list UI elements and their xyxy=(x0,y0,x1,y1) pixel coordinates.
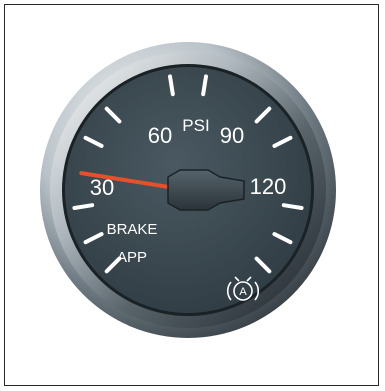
tick-mark xyxy=(201,74,208,97)
brake-label: BRAKE xyxy=(107,221,158,238)
tick-label-90: 90 xyxy=(220,123,244,148)
app-label: APP xyxy=(117,249,147,266)
unit-label: PSI xyxy=(182,116,209,135)
brake-pressure-gauge: 30 60 PSI 90 120 BRAKE APP A xyxy=(40,42,336,338)
svg-text:A: A xyxy=(239,286,247,298)
tick-mark xyxy=(168,74,175,97)
tick-mark xyxy=(72,203,95,210)
tick-label-120: 120 xyxy=(250,174,287,199)
tick-label-60: 60 xyxy=(148,123,172,148)
tick-mark xyxy=(281,203,304,210)
